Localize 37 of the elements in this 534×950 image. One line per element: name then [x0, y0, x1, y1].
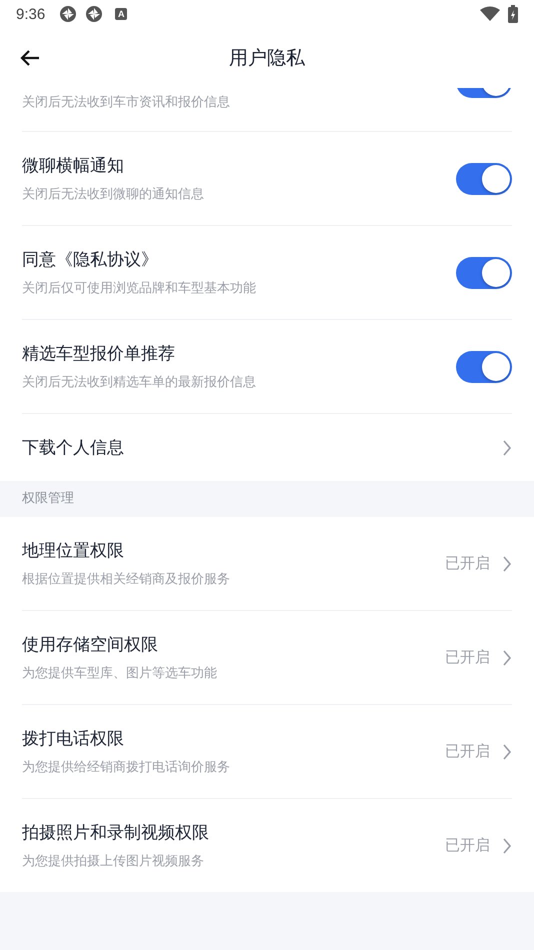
setting-description: 为您提供拍摄上传图片视频服务 [22, 853, 205, 870]
setting-title: 拨打电话权限 [22, 728, 125, 750]
toggle-switch[interactable] [456, 256, 512, 288]
toggle-switch[interactable] [456, 162, 512, 194]
chevron-right-icon [502, 440, 512, 456]
wifi-icon [480, 6, 500, 22]
aperture-icon [59, 5, 78, 23]
setting-description: 为您提供给经销商拨打电话询价服务 [22, 759, 230, 776]
setting-description: 根据位置提供相关经销商及报价服务 [22, 571, 230, 588]
setting-title: 地理位置权限 [22, 540, 125, 562]
setting-title: 下载个人信息 [22, 437, 124, 459]
setting-title: 同意《隐私协议》 [22, 249, 159, 271]
setting-title: 微聊横幅通知 [22, 155, 125, 177]
setting-description: 关闭后无法收到微聊的通知信息 [22, 186, 204, 203]
setting-description: 为您提供车型库、图片等选车功能 [22, 665, 217, 682]
section-header: 权限管理 [0, 481, 534, 517]
battery-icon [508, 5, 518, 23]
permission-status: 已开启 [445, 836, 490, 855]
aperture-icon [85, 5, 104, 23]
status-time: 9:36 [16, 6, 46, 22]
permission-status: 已开启 [445, 554, 490, 573]
permission-status: 已开启 [445, 742, 490, 761]
page-title: 用户隐私 [229, 46, 305, 71]
notification-icon: A [115, 8, 128, 20]
chevron-right-icon [502, 650, 512, 666]
chevron-right-icon [502, 556, 512, 572]
back-arrow-icon [20, 49, 40, 67]
setting-description: 关闭后无法收到车市资讯和报价信息 [22, 94, 230, 111]
setting-title: 精选车型报价单推荐 [22, 343, 176, 365]
toggle-switch[interactable] [456, 350, 512, 382]
permission-status: 已开启 [445, 648, 490, 667]
setting-description: 关闭后仅可使用浏览品牌和车型基本功能 [22, 280, 256, 297]
setting-description: 关闭后无法收到精选车单的最新报价信息 [22, 374, 256, 391]
chevron-right-icon [502, 744, 512, 760]
setting-title: 使用存储空间权限 [22, 634, 159, 656]
chevron-right-icon [502, 838, 512, 854]
setting-title: 拍摄照片和录制视频权限 [22, 822, 209, 844]
